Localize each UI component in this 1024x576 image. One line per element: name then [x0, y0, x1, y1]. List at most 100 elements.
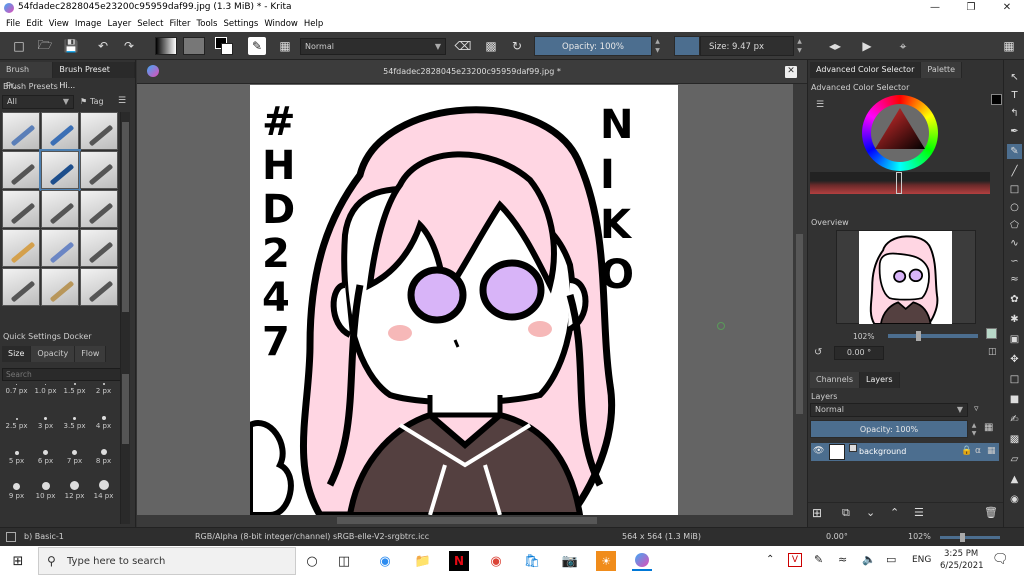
- size-preset[interactable]: 2 px: [89, 364, 118, 399]
- redo-icon[interactable]: ↷: [120, 37, 138, 55]
- overview-panel[interactable]: [836, 230, 976, 324]
- size-preset[interactable]: 9 px: [2, 469, 31, 504]
- tab-flow[interactable]: Flow: [75, 346, 107, 362]
- layer-row-background[interactable]: 👁 background 🔒 α ▦: [811, 443, 999, 461]
- brush-preset-item[interactable]: [41, 190, 79, 228]
- pen-tray-icon[interactable]: ✎: [814, 553, 823, 566]
- task-view-icon[interactable]: ◫: [334, 551, 354, 571]
- size-preset[interactable]: 1.0 px: [31, 364, 60, 399]
- size-preset[interactable]: 1.5 px: [60, 364, 89, 399]
- minimize-button[interactable]: —: [918, 0, 952, 16]
- brush-preset-icon[interactable]: ✎: [248, 37, 266, 55]
- canvas-vertical-scrollbar[interactable]: [793, 84, 807, 527]
- select-shape-tool-icon[interactable]: ↖: [1007, 70, 1022, 85]
- colorize-mask-tool-icon[interactable]: ▩: [1007, 432, 1022, 447]
- size-preset[interactable]: 7 px: [60, 434, 89, 469]
- windows-start-icon[interactable]: ⊞: [8, 551, 28, 571]
- alpha-icon[interactable]: α: [975, 446, 981, 456]
- crop-tool-icon[interactable]: □: [1007, 372, 1022, 387]
- brush-preset-item[interactable]: [2, 190, 40, 228]
- layer-name[interactable]: background: [859, 447, 906, 456]
- krita-taskbar-icon[interactable]: [632, 551, 652, 571]
- battery-icon[interactable]: ▭: [886, 553, 896, 566]
- preset-filter-dropdown[interactable]: All ▼: [2, 95, 74, 109]
- language-indicator[interactable]: ENG: [912, 555, 931, 565]
- brush-settings-icon[interactable]: ▦: [276, 37, 294, 55]
- menu-window[interactable]: Window: [264, 19, 298, 29]
- tab-layers[interactable]: Layers: [860, 372, 900, 388]
- chrome-icon[interactable]: ◉: [486, 551, 506, 571]
- rotation-input[interactable]: 0.00 °: [834, 346, 884, 360]
- multibrush-tool-icon[interactable]: ✱: [1007, 312, 1022, 327]
- status-brush-name[interactable]: b) Basic-1: [24, 532, 64, 541]
- overview-fit-icon[interactable]: [986, 328, 997, 339]
- close-document-icon[interactable]: ✕: [785, 66, 797, 78]
- size-slider-fill[interactable]: [674, 36, 700, 56]
- reload-preset-icon[interactable]: ↻: [508, 37, 526, 55]
- gradient-tool-icon[interactable]: ■: [1007, 392, 1022, 407]
- brush-preset-item[interactable]: [2, 112, 40, 150]
- document-tab[interactable]: 54fdadec2828045e23200c95959daf99.jpg * ✕: [137, 60, 807, 84]
- move-tool-icon[interactable]: ✥: [1007, 352, 1022, 367]
- save-icon[interactable]: 💾: [62, 37, 80, 55]
- undo-icon[interactable]: ↶: [94, 37, 112, 55]
- text-tool-icon[interactable]: T: [1007, 88, 1022, 103]
- transform-tool-icon[interactable]: ▣: [1007, 332, 1022, 347]
- lock-icon[interactable]: 🔒: [961, 446, 972, 456]
- mirror-horizontal-icon[interactable]: ◂▸: [826, 37, 844, 55]
- menu-tools[interactable]: Tools: [197, 19, 218, 29]
- hue-wheel[interactable]: [862, 95, 938, 171]
- store-icon[interactable]: 🛍: [522, 551, 542, 571]
- system-tray-chevron-icon[interactable]: ⌃: [766, 554, 774, 565]
- color-picker-tool-icon[interactable]: ✍: [1007, 412, 1022, 427]
- color-selector-settings-icon[interactable]: ☰: [816, 100, 824, 110]
- mirror-vertical-icon[interactable]: ▶: [858, 37, 876, 55]
- brush-preset-item[interactable]: [80, 229, 118, 267]
- drawing-canvas[interactable]: # H D 2 4 7 N I K O: [250, 85, 678, 515]
- size-preset[interactable]: 12 px: [60, 469, 89, 504]
- overview-zoom-slider[interactable]: [888, 331, 978, 341]
- line-tool-icon[interactable]: ╱: [1007, 164, 1022, 179]
- tab-brush-preset-history[interactable]: Brush Preset Hi...: [53, 62, 135, 90]
- menu-edit[interactable]: Edit: [26, 19, 42, 29]
- smart-patch-tool-icon[interactable]: ▱: [1007, 452, 1022, 467]
- layer-blend-mode-dropdown[interactable]: Normal ▼: [810, 403, 968, 417]
- cortana-icon[interactable]: ○: [302, 551, 322, 571]
- duplicate-layer-icon[interactable]: ⧉: [842, 506, 850, 520]
- rotate-icon[interactable]: ↺: [814, 347, 822, 358]
- netflix-icon[interactable]: N: [449, 551, 469, 571]
- tab-size[interactable]: Size: [2, 346, 32, 362]
- rectangle-tool-icon[interactable]: □: [1007, 182, 1022, 197]
- layer-opacity-stepper[interactable]: ▲ ▼: [970, 422, 978, 438]
- eraser-icon[interactable]: ⌫: [454, 37, 472, 55]
- layer-filter-icon[interactable]: ▿: [974, 404, 979, 414]
- brush-preset-item[interactable]: [80, 112, 118, 150]
- gradient-swatch[interactable]: [155, 37, 177, 55]
- freehand-brush-tool-icon[interactable]: ✎: [1007, 144, 1022, 159]
- opacity-stepper[interactable]: ▲ ▼: [653, 37, 662, 55]
- background-color-swatch[interactable]: [221, 43, 233, 55]
- size-preset[interactable]: 10 px: [31, 469, 60, 504]
- camera-icon[interactable]: 📷: [560, 551, 580, 571]
- brush-preset-item[interactable]: [41, 112, 79, 150]
- app-orange-icon[interactable]: ☀: [596, 551, 616, 571]
- menu-settings[interactable]: Settings: [223, 19, 258, 29]
- brush-preset-scrollbar[interactable]: [120, 112, 130, 367]
- current-color-swatch[interactable]: [991, 94, 1002, 105]
- maximize-button[interactable]: ❐: [954, 0, 988, 16]
- size-preset[interactable]: 8 px: [89, 434, 118, 469]
- status-image-size[interactable]: 564 x 564 (1.3 MiB): [622, 532, 701, 541]
- preset-view-menu-icon[interactable]: ☰: [118, 96, 126, 106]
- ellipse-tool-icon[interactable]: ○: [1007, 200, 1022, 215]
- dynamic-brush-tool-icon[interactable]: ✿: [1007, 292, 1022, 307]
- brush-preset-item[interactable]: [41, 229, 79, 267]
- polygon-tool-icon[interactable]: ⬠: [1007, 218, 1022, 233]
- calligraphy-tool-icon[interactable]: ✒: [1007, 124, 1022, 139]
- antivirus-tray-icon[interactable]: V: [788, 553, 802, 567]
- wifi-icon[interactable]: ≈: [838, 553, 847, 566]
- edit-shape-tool-icon[interactable]: ↰: [1007, 106, 1022, 121]
- workspace-chooser-icon[interactable]: ▦: [1000, 37, 1018, 55]
- brush-preset-item[interactable]: [41, 268, 79, 306]
- bezier-tool-icon[interactable]: ∽: [1007, 254, 1022, 269]
- polyline-tool-icon[interactable]: ∿: [1007, 236, 1022, 251]
